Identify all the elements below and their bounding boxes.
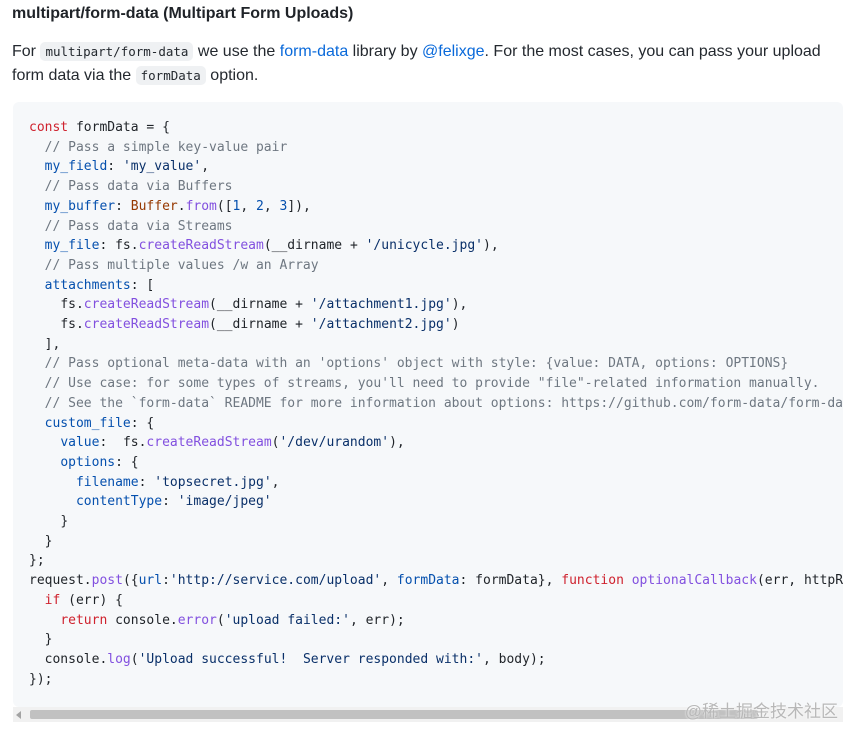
code-line: attachments: [ xyxy=(44,277,155,293)
code-line: } xyxy=(60,514,69,530)
code-line: console.log('Upload successful! Server r… xyxy=(44,651,546,667)
code-line: options: { xyxy=(60,454,139,470)
inline-code-formdata-option: formData xyxy=(135,66,206,85)
code-line: // Pass optional meta-data with an 'opti… xyxy=(44,356,789,372)
intro-text-for: For xyxy=(12,43,36,60)
code-line: // See the `form-data` README for more i… xyxy=(44,395,843,411)
code-line: my_buffer: Buffer.from([1, 2, 3]), xyxy=(44,198,311,214)
code-line: } xyxy=(44,632,53,648)
code-block: const formData = { // Pass a simple key-… xyxy=(13,102,843,707)
code-line: fs.createReadStream(__dirname + '/attach… xyxy=(60,317,460,333)
code-line: // Use case: for some types of streams, … xyxy=(44,376,820,392)
code-line: filename: 'topsecret.jpg', xyxy=(75,474,280,490)
section-heading: multipart/form-data (Multipart Form Uplo… xyxy=(12,5,354,22)
code-line: }); xyxy=(29,671,53,687)
code-content: const formData = { // Pass a simple key-… xyxy=(29,118,843,689)
code-line: ], xyxy=(44,336,61,352)
intro-text-library-by: library by xyxy=(352,43,418,60)
code-line: request.post({url:'http://service.com/up… xyxy=(29,573,843,589)
inline-code-content-type: multipart/form-data xyxy=(40,42,194,61)
code-line: // Pass multiple values /w an Array xyxy=(44,257,319,273)
code-line: if (err) { xyxy=(44,592,123,608)
code-line: const formData = { xyxy=(29,120,170,135)
code-line: // Pass data via Buffers xyxy=(44,179,233,195)
code-line: fs.createReadStream(__dirname + '/attach… xyxy=(60,297,468,313)
code-line: // Pass data via Streams xyxy=(44,218,233,234)
code-line: custom_file: { xyxy=(44,415,155,431)
author-link[interactable]: @felixge xyxy=(422,43,485,60)
intro-text-we-use: we use the xyxy=(197,43,276,60)
code-line: my_file: fs.createReadStream(__dirname +… xyxy=(44,238,499,254)
scroll-left-arrow-icon[interactable] xyxy=(16,711,21,719)
code-line: value: fs.createReadStream('/dev/urandom… xyxy=(60,435,405,451)
code-line: my_field: 'my_value', xyxy=(44,159,210,175)
watermark: @稀土掘金技术社区 xyxy=(684,702,838,721)
code-line: // Pass a simple key-value pair xyxy=(44,139,288,155)
intro-text-option: option. xyxy=(210,67,259,84)
code-line: return console.error('upload failed:', e… xyxy=(60,612,405,628)
intro-paragraph: For multipart/form-data we use the form-… xyxy=(12,40,842,88)
form-data-library-link[interactable]: form-data xyxy=(280,43,348,60)
code-line: contentType: 'image/jpeg' xyxy=(75,494,272,510)
code-line: }; xyxy=(29,553,45,569)
code-line: } xyxy=(44,533,53,549)
scrollbar-thumb[interactable] xyxy=(30,710,758,719)
